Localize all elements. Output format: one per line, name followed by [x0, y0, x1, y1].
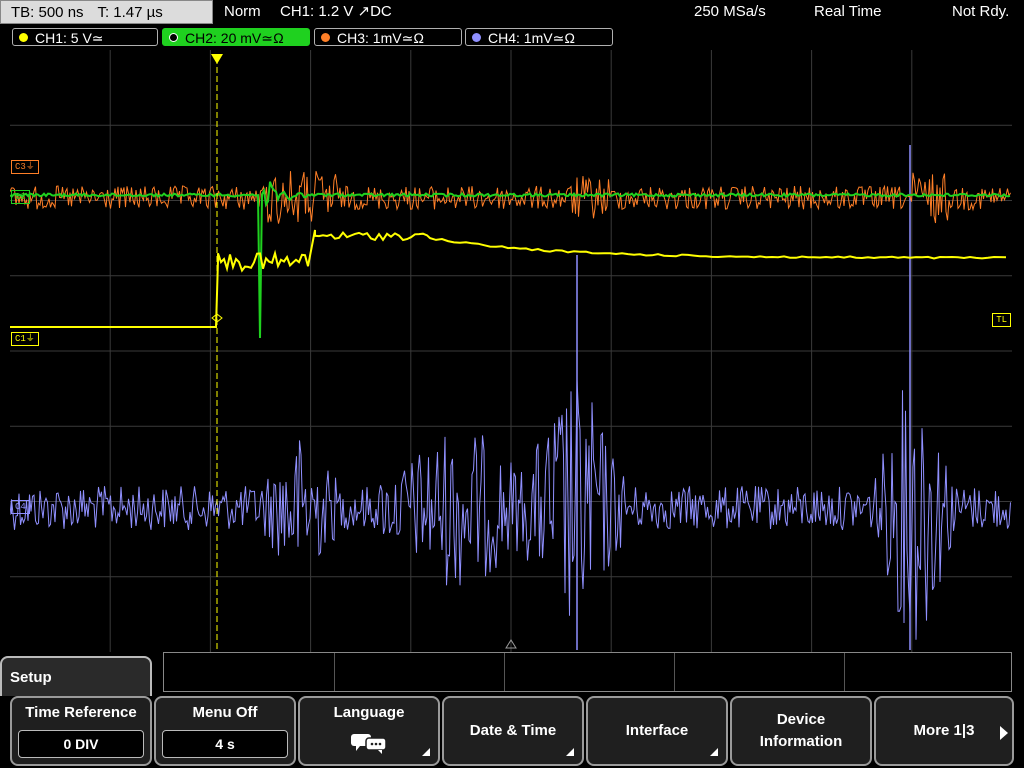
device-information-label: Device Information [759, 711, 843, 750]
trigger-position-marker [211, 54, 223, 64]
menu-off-value: 4 s [162, 730, 288, 758]
interface-button[interactable]: Interface [586, 696, 728, 766]
time-reference-label: Time Reference [25, 704, 137, 721]
ready-state: Not Rdy. [952, 3, 1010, 20]
language-button[interactable]: Language [298, 696, 440, 766]
channel-2-dot-icon [169, 33, 178, 42]
status-bar: TB: 500 ns T: 1.47 µs Norm CH1: 1.2 V ↗D… [0, 0, 1024, 26]
channel-4-tab[interactable]: CH4: 1mV≃Ω [465, 28, 613, 46]
interface-label: Interface [625, 722, 689, 739]
arrow-right-icon [1000, 726, 1008, 740]
time-reference-button[interactable]: Time Reference 0 DIV [10, 696, 152, 766]
submenu-corner-icon [710, 748, 718, 756]
menu-off-label: Menu Off [192, 704, 258, 721]
menu-title: Setup [0, 656, 152, 696]
ch2-trace [10, 181, 1011, 339]
channel-2-label: CH2: 20 mV≃Ω [185, 30, 284, 46]
ch2-level-marker[interactable]: C2 [11, 190, 30, 204]
ch1-trace [10, 229, 1007, 328]
trigger-mode[interactable]: Norm [224, 0, 261, 24]
trigger-time-value: T: 1.47 µs [97, 4, 163, 21]
date-time-button[interactable]: Date & Time [442, 696, 584, 766]
language-label: Language [333, 704, 405, 721]
timebase-box[interactable]: TB: 500 ns T: 1.47 µs [0, 0, 213, 24]
waveform-display[interactable]: C3⏚ C2 C1⏚ C4 TL [10, 50, 1012, 652]
channel-3-tab[interactable]: CH3: 1mV≃Ω [314, 28, 462, 46]
sample-rate: 250 MSa/s [694, 3, 766, 20]
more-label: More 1|3 [913, 722, 975, 739]
zoom-overview-strip [163, 652, 1012, 692]
acquisition-mode: Real Time [814, 3, 882, 20]
channel-1-label: CH1: 5 V≃ [35, 30, 104, 46]
channel-2-tab[interactable]: CH2: 20 mV≃Ω [162, 28, 310, 46]
ch4-trace [10, 379, 1011, 640]
trigger-level-marker[interactable]: TL [992, 313, 1011, 327]
ch3-trace [10, 171, 1011, 224]
channel-3-dot-icon [321, 33, 330, 42]
ch3-level-marker[interactable]: C3⏚ [11, 160, 39, 174]
submenu-corner-icon [566, 748, 574, 756]
time-reference-value: 0 DIV [18, 730, 144, 758]
channel-1-tab[interactable]: CH1: 5 V≃ [12, 28, 158, 46]
timebase-value: TB: 500 ns [11, 4, 84, 21]
channel-4-label: CH4: 1mV≃Ω [488, 30, 576, 46]
ch4-level-marker[interactable]: C4 [11, 500, 30, 514]
channel-4-dot-icon [472, 33, 481, 42]
trigger-source[interactable]: CH1: 1.2 V ↗DC [280, 0, 392, 24]
speech-bubbles-icon [351, 734, 387, 754]
device-information-button[interactable]: Device Information [730, 696, 872, 766]
submenu-corner-icon [422, 748, 430, 756]
channel-bar: CH1: 5 V≃ CH2: 20 mV≃Ω CH3: 1mV≃Ω CH4: 1… [0, 26, 1024, 48]
ch1-level-marker[interactable]: C1⏚ [11, 332, 39, 346]
waveform-canvas [10, 50, 1012, 652]
channel-3-label: CH3: 1mV≃Ω [337, 30, 425, 46]
date-time-label: Date & Time [469, 722, 557, 739]
menu-off-button[interactable]: Menu Off 4 s [154, 696, 296, 766]
channel-1-dot-icon [19, 33, 28, 42]
more-button[interactable]: More 1|3 [874, 696, 1014, 766]
